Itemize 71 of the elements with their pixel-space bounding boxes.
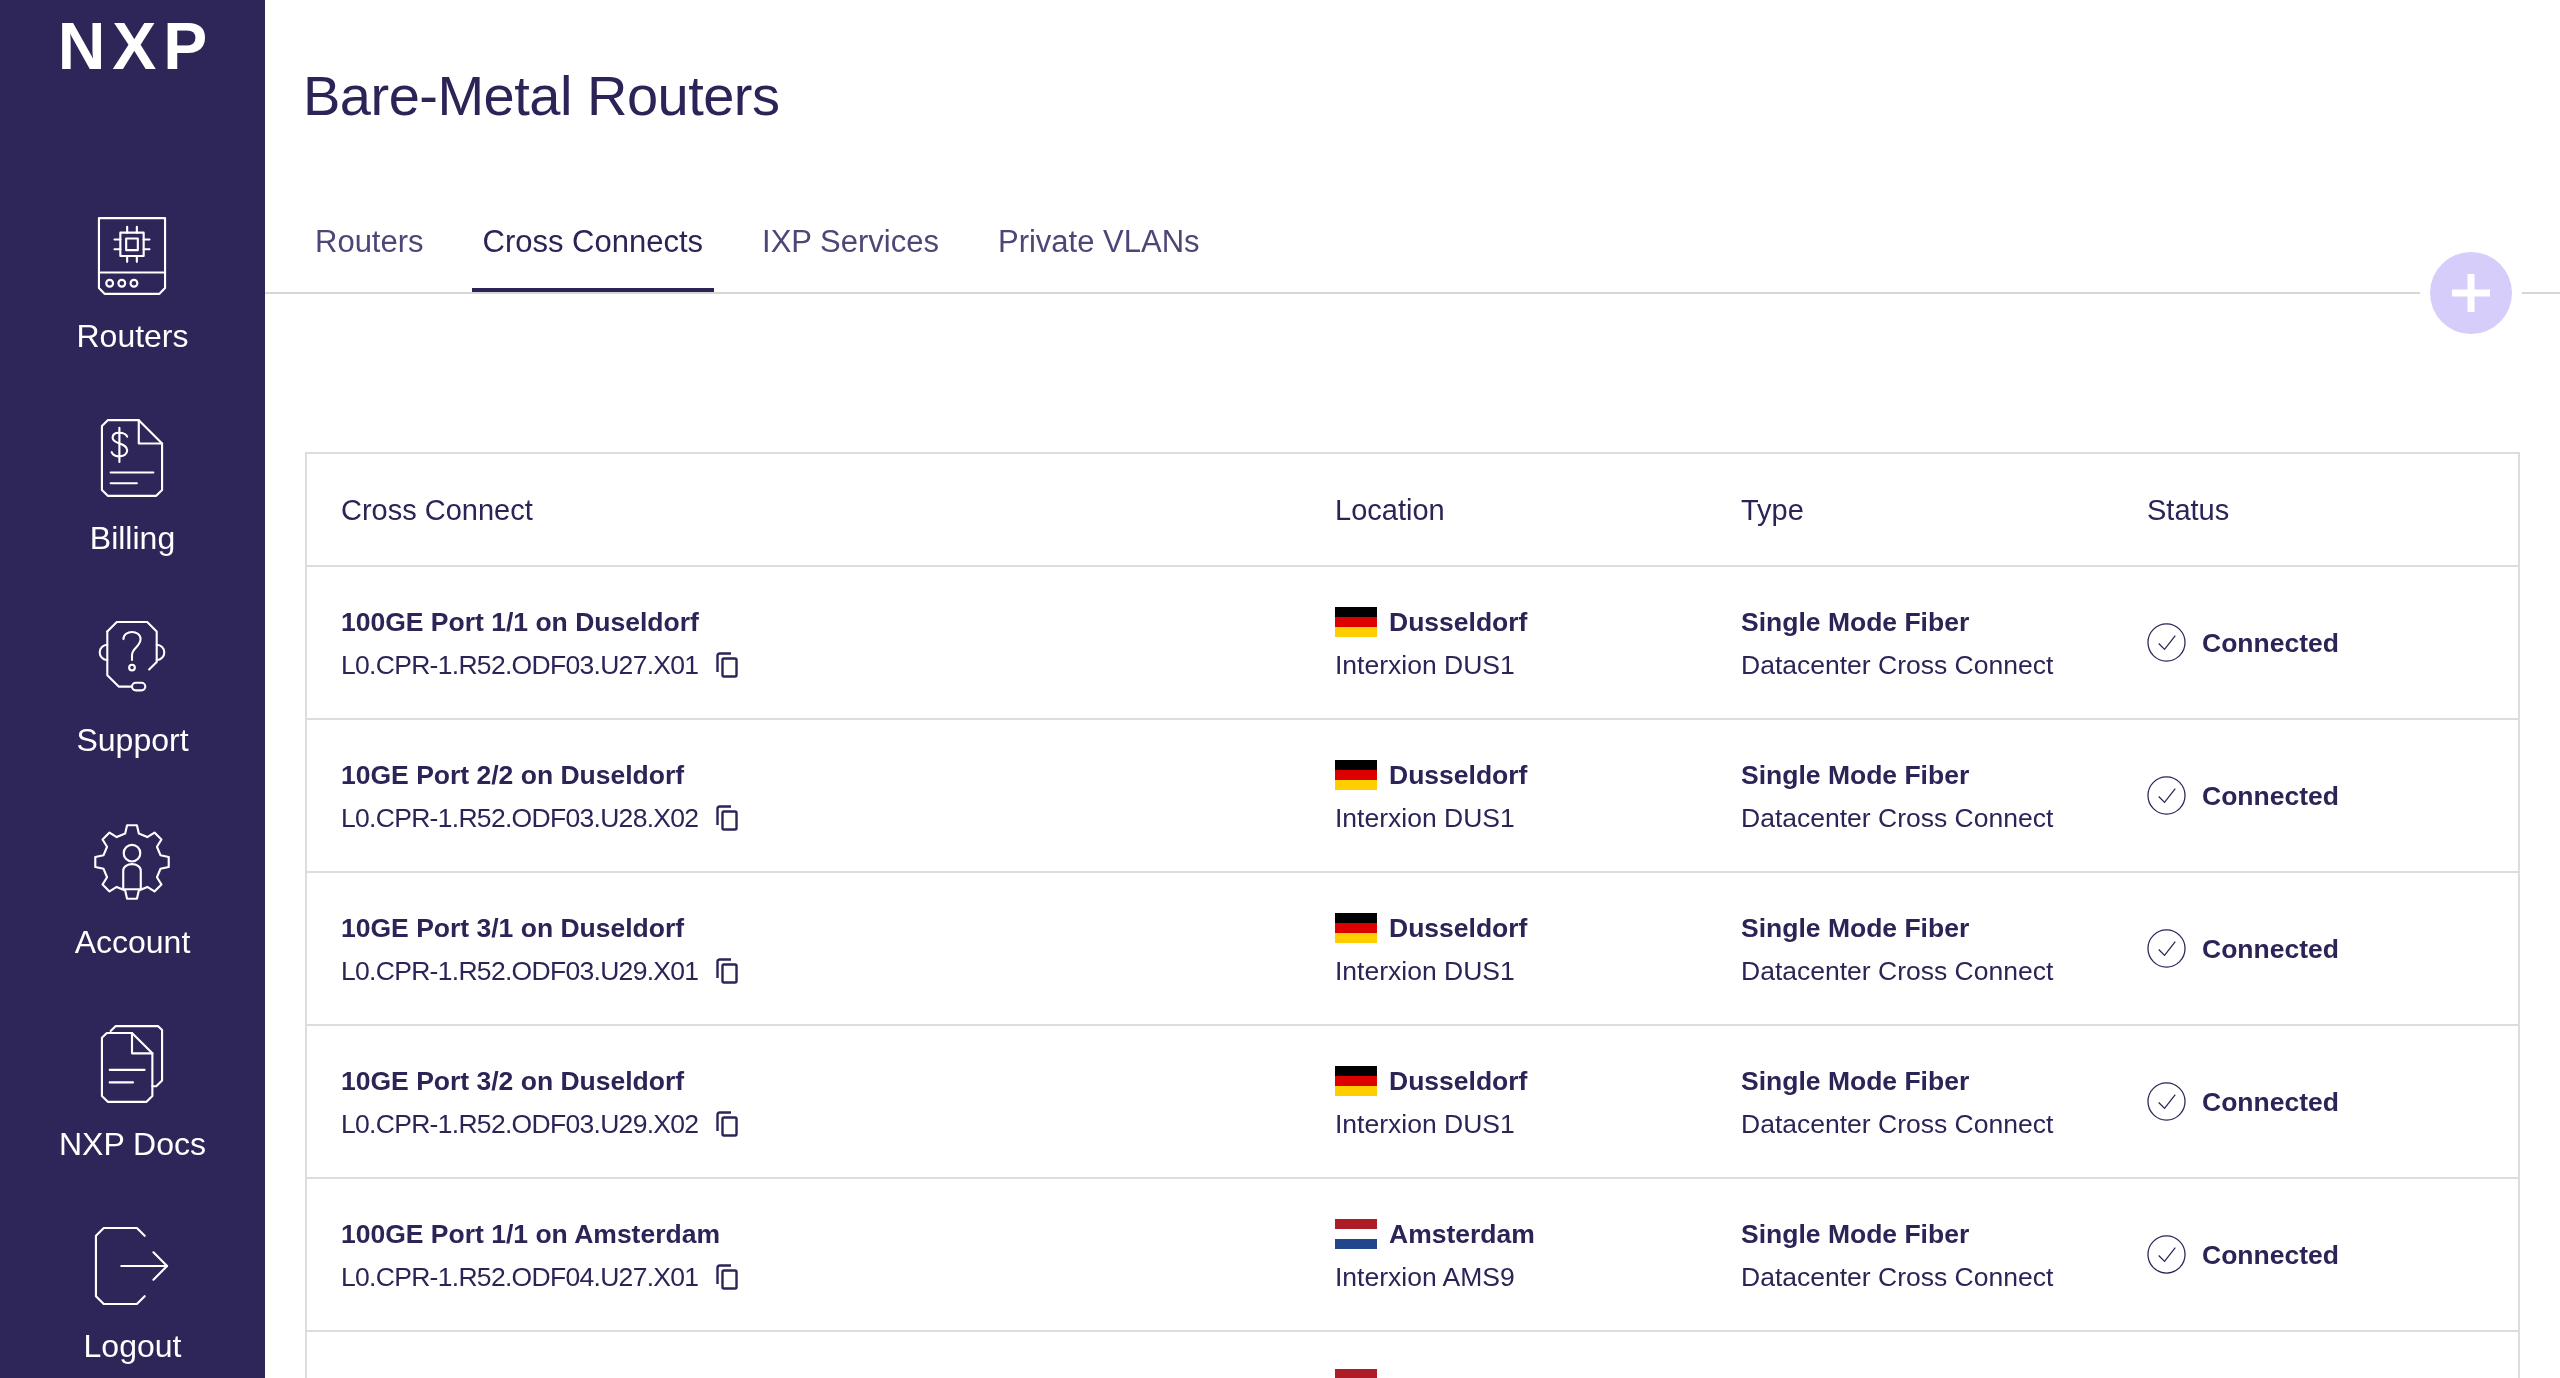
flag-icon — [1335, 1219, 1377, 1249]
circuit-id: L0.CPR-1.R52.ODF03.U29.X01 — [341, 955, 699, 988]
cross-connect-name: 10GE Port 3/2 on Duseldorf — [341, 1065, 685, 1098]
column-header: Status — [2147, 493, 2230, 526]
sidebar-item[interactable]: Support — [76, 620, 189, 760]
cross-connect-name: 10GE Port 2/2 on Duseldorf — [341, 759, 685, 792]
location-site: Interxion DUS1 — [1335, 802, 1515, 835]
location-city: Dusseldorf — [1389, 912, 1528, 945]
circuit-id: L0.CPR-1.R52.ODF03.U29.X02 — [341, 1108, 699, 1141]
chip-box-icon — [97, 216, 168, 296]
circuit-id: L0.CPR-1.R52.ODF04.U27.X01 — [341, 1261, 699, 1294]
circuit-id: L0.CPR-1.R52.ODF03.U27.X01 — [341, 649, 699, 682]
flag-icon — [1335, 760, 1377, 790]
fiber-type: Single Mode Fiber — [1741, 759, 1970, 792]
location-site: Interxion DUS1 — [1335, 649, 1515, 682]
copy-icon[interactable] — [715, 1263, 740, 1291]
status-text: Connected — [2202, 1238, 2339, 1272]
column-header: Type — [1741, 493, 1804, 526]
check-circle-icon — [2147, 1082, 2186, 1121]
flag-icon — [1335, 913, 1377, 943]
location-site: Interxion DUS1 — [1335, 955, 1515, 988]
status-text: Connected — [2202, 779, 2339, 813]
tab[interactable]: IXP Services — [751, 222, 950, 292]
location-site: Interxion DUS1 — [1335, 1108, 1515, 1141]
copy-icon[interactable] — [715, 1110, 740, 1138]
circuit-id: L0.CPR-1.R52.ODF03.U28.X02 — [341, 802, 699, 835]
cross-connect-name: 10GE Port 3/1 on Duseldorf — [341, 912, 685, 945]
fiber-type: Single Mode Fiber — [1741, 1065, 1970, 1098]
fiber-type: Single Mode Fiber — [1741, 606, 1970, 639]
location-site: Interxion AMS9 — [1335, 1261, 1515, 1294]
tab[interactable]: Routers — [304, 222, 435, 292]
column-header: Location — [1335, 493, 1445, 526]
location-city: Dusseldorf — [1389, 606, 1528, 639]
status-text: Connected — [2202, 626, 2339, 660]
location-city: Amsterdam — [1389, 1218, 1535, 1251]
flag-icon — [1335, 607, 1377, 637]
status-text: Connected — [2202, 1085, 2339, 1119]
gear-person-icon — [93, 823, 172, 901]
check-circle-icon — [2147, 776, 2186, 815]
cross-connect-name: 100GE Port 1/1 on Duseldorf — [341, 606, 699, 639]
service-type: Datacenter Cross Connect — [1741, 802, 2054, 835]
plus-icon — [2449, 271, 2493, 315]
logo: NXP — [56, 13, 215, 79]
dollar-document-icon — [100, 418, 165, 498]
documents-icon — [100, 1024, 165, 1104]
location-city: Dusseldorf — [1389, 759, 1528, 792]
sidebar-item[interactable]: Billing — [89, 418, 176, 558]
page-title: Bare-Metal Routers — [303, 63, 780, 129]
fiber-type: Single Mode Fiber — [1741, 1218, 1970, 1251]
sidebar-item[interactable]: Logout — [83, 1226, 182, 1366]
check-circle-icon — [2147, 1235, 2186, 1274]
sidebar-item[interactable]: NXP Docs — [59, 1024, 206, 1164]
status-text: Connected — [2202, 932, 2339, 966]
sidebar-item[interactable]: Routers — [76, 216, 189, 356]
check-circle-icon — [2147, 929, 2186, 968]
check-circle-icon — [2147, 623, 2186, 662]
column-header: Cross Connect — [341, 493, 533, 526]
location-city: Dusseldorf — [1389, 1065, 1528, 1098]
tab[interactable]: Private VLANs — [986, 222, 1211, 292]
service-type: Datacenter Cross Connect — [1741, 1108, 2054, 1141]
service-type: Datacenter Cross Connect — [1741, 1261, 2054, 1294]
service-type: Datacenter Cross Connect — [1741, 955, 2054, 988]
sidebar-item[interactable]: Account — [74, 822, 191, 962]
flag-icon — [1335, 1066, 1377, 1096]
service-type: Datacenter Cross Connect — [1741, 649, 2054, 682]
tab[interactable]: Cross Connects — [471, 222, 715, 292]
cross-connect-name: 100GE Port 1/1 on Amsterdam — [341, 1218, 720, 1251]
copy-icon[interactable] — [715, 957, 740, 985]
fiber-type: Single Mode Fiber — [1741, 912, 1970, 945]
copy-icon[interactable] — [715, 804, 740, 832]
copy-icon[interactable] — [715, 651, 740, 679]
